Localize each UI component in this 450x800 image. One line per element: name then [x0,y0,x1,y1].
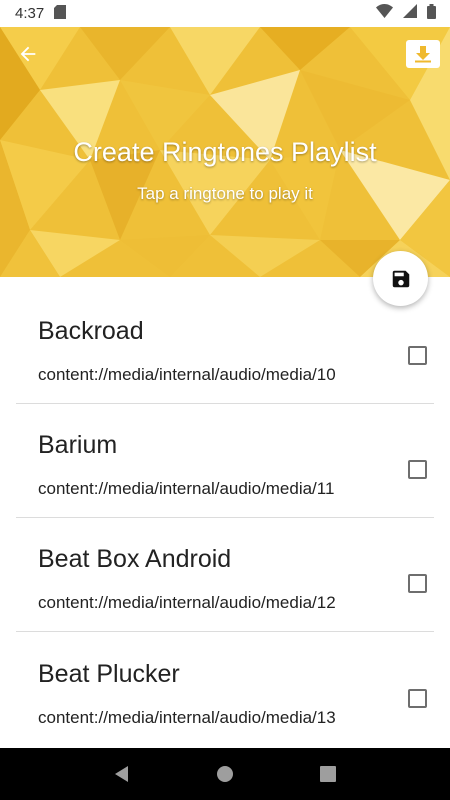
recents-square-icon [320,766,337,782]
ringtone-path: content://media/internal/audio/media/13 [38,708,336,727]
ringtone-path: content://media/internal/audio/media/12 [38,593,336,612]
ringtone-row[interactable]: Beat Box Android content://media/interna… [16,518,434,632]
ringtone-row[interactable]: Beat Plucker content://media/internal/au… [16,633,434,747]
ringtone-path: content://media/internal/audio/media/11 [38,479,335,498]
battery-icon [427,3,436,24]
ringtone-row[interactable]: Backroad content://media/internal/audio/… [16,290,434,404]
system-nav-bar [0,748,450,800]
status-bar: 4:37 [0,0,450,27]
ringtone-name: Beat Plucker [38,660,180,688]
screen: 4:37 Create Ringtones Playlist Tap a rin… [0,0,450,800]
ringtone-name: Beat Box Android [38,545,232,573]
download-button[interactable] [406,40,440,68]
ringtone-name: Barium [38,431,118,459]
download-icon [415,46,431,63]
wifi-icon [376,4,393,23]
cell-signal-icon [403,4,417,23]
arrow-back-icon [20,46,36,62]
save-playlist-button[interactable] [373,251,428,306]
page-title: Create Ringtones Playlist [73,137,377,167]
save-icon [392,270,409,287]
nav-recents-button[interactable] [308,754,348,794]
ringtone-checkbox[interactable] [408,346,427,365]
back-button[interactable] [12,40,44,68]
home-circle-icon [216,766,233,782]
ringtone-checkbox[interactable] [408,460,427,479]
sd-card-icon [54,4,67,23]
ringtone-path: content://media/internal/audio/media/10 [38,365,336,384]
ringtone-name: Backroad [38,317,144,345]
status-time: 4:37 [15,5,45,22]
ringtone-checkbox[interactable] [408,689,427,708]
page-subtitle: Tap a ringtone to play it [137,184,313,203]
ringtone-checkbox[interactable] [408,574,427,593]
ringtone-row[interactable]: Barium content://media/internal/audio/me… [16,404,434,518]
nav-home-button[interactable] [205,754,245,794]
nav-back-button[interactable] [102,754,142,794]
back-triangle-icon [114,766,128,782]
